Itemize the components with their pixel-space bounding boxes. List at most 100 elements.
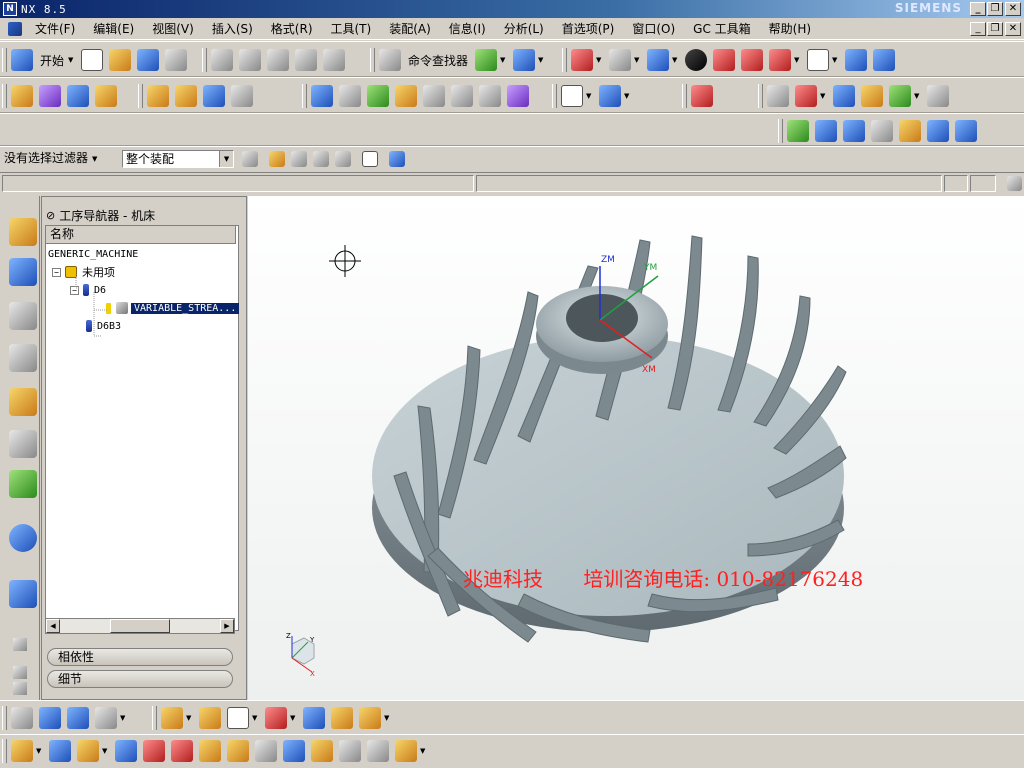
scroll-up-icon[interactable] [13, 638, 27, 651]
step-icon[interactable] [599, 85, 621, 107]
table-icon[interactable] [95, 707, 117, 729]
chevron-down-icon[interactable]: ▼ [672, 56, 680, 64]
copy-icon[interactable] [239, 49, 261, 71]
kinematics-icon[interactable] [889, 85, 911, 107]
doc-minimize-button[interactable]: _ [970, 22, 986, 36]
selection-icon[interactable] [513, 49, 536, 71]
doc-close-button[interactable]: ✕ [1005, 22, 1021, 36]
binoculars-icon[interactable] [379, 49, 401, 71]
revolve-icon[interactable] [67, 707, 89, 729]
impeller-model[interactable]: ZM YM XM Z Y X [248, 196, 1024, 700]
sequence-icon[interactable] [255, 740, 277, 762]
sketch-icon[interactable] [11, 707, 33, 729]
new-parent-icon[interactable] [77, 740, 99, 762]
chevron-down-icon[interactable]: ▼ [914, 92, 922, 100]
reuse-library-icon[interactable] [9, 388, 37, 416]
link-icon[interactable] [199, 707, 221, 729]
delete-icon[interactable] [295, 49, 317, 71]
chevron-down-icon[interactable]: ▼ [92, 155, 100, 163]
fit-view-icon[interactable] [571, 49, 593, 71]
explode-icon[interactable] [227, 740, 249, 762]
restore-button[interactable]: ❐ [987, 2, 1003, 16]
graphics-window[interactable]: ZM YM XM Z Y X 兆迪科技 培训咨询电话: 010-82176248 [248, 196, 1024, 700]
info-icon[interactable] [9, 524, 37, 552]
window-icon[interactable] [927, 120, 949, 142]
ruler-icon[interactable] [927, 85, 949, 107]
chevron-down-icon[interactable]: ▼ [634, 56, 642, 64]
envelope-icon[interactable] [395, 740, 417, 762]
start-button[interactable]: 开始 [40, 52, 64, 69]
point-icon[interactable] [227, 707, 249, 729]
flag-icon[interactable] [899, 120, 921, 142]
report-icon[interactable] [871, 120, 893, 142]
minimize-button[interactable]: _ [970, 2, 986, 16]
move-icon[interactable] [171, 740, 193, 762]
chevron-down-icon[interactable]: ▼ [420, 747, 428, 755]
menu-info[interactable]: 信息(I) [440, 18, 495, 40]
menu-view[interactable]: 视图(V) [143, 18, 203, 40]
orient-icon[interactable] [833, 85, 855, 107]
select-feature-icon[interactable] [313, 150, 330, 167]
hd3d-icon[interactable] [9, 430, 37, 458]
snap-point-icon[interactable] [269, 150, 286, 167]
rectangle-select-icon[interactable] [362, 150, 379, 167]
export-icon[interactable] [955, 120, 977, 142]
refresh-icon[interactable] [475, 49, 498, 71]
chevron-down-icon[interactable]: ▼ [252, 714, 260, 722]
rotate-icon[interactable] [609, 49, 631, 71]
extrude-icon[interactable] [39, 707, 61, 729]
update-icon[interactable] [815, 120, 837, 142]
machine-navigator-icon[interactable] [9, 258, 37, 286]
create-geometry-icon[interactable] [67, 85, 89, 107]
scroll-right-icon[interactable]: ▶ [220, 619, 234, 633]
open-folder-icon[interactable] [109, 49, 132, 71]
block-icon[interactable] [303, 707, 325, 729]
chevron-down-icon[interactable]: ▼ [36, 747, 44, 755]
check-icon[interactable] [787, 120, 809, 142]
chevron-down-icon[interactable]: ▼ [832, 56, 840, 64]
clearance-icon[interactable] [311, 740, 333, 762]
material-icon[interactable] [741, 49, 763, 71]
component-array-icon[interactable] [143, 740, 165, 762]
chevron-down-icon[interactable]: ▼ [290, 714, 298, 722]
new-component-icon[interactable] [49, 740, 71, 762]
geometry-view-icon[interactable] [203, 85, 225, 107]
constraint-navigator-icon[interactable] [9, 344, 37, 372]
add-component-icon[interactable] [11, 740, 33, 762]
section-icon[interactable] [769, 49, 791, 71]
scroll-left-icon[interactable]: ◀ [46, 619, 60, 633]
pin-icon[interactable]: ⊘ [46, 209, 55, 222]
maximize-view-icon[interactable] [1007, 176, 1022, 191]
select-body-icon[interactable] [335, 150, 352, 167]
background-icon[interactable] [685, 49, 707, 71]
document-icon[interactable] [8, 21, 22, 36]
new-file-icon[interactable] [81, 49, 104, 71]
menu-tools[interactable]: 工具(T) [322, 18, 381, 40]
subtract-icon[interactable] [359, 707, 381, 729]
generate-toolpath-icon[interactable] [311, 85, 333, 107]
create-method-icon[interactable] [95, 85, 117, 107]
menu-window[interactable]: 窗口(O) [623, 18, 684, 40]
web-browser-icon[interactable] [9, 580, 37, 608]
menu-file[interactable]: 文件(F) [26, 18, 84, 40]
chevron-down-icon[interactable]: ▼ [120, 714, 128, 722]
weld-icon[interactable] [339, 740, 361, 762]
create-program-icon[interactable] [11, 85, 33, 107]
chevron-down-icon[interactable]: ▼ [586, 92, 594, 100]
menu-format[interactable]: 格式(R) [262, 18, 322, 40]
menu-analysis[interactable]: 分析(L) [495, 18, 553, 40]
undo-icon[interactable] [323, 49, 345, 71]
palette-icon[interactable] [9, 470, 37, 498]
simulate-machine-icon[interactable] [395, 85, 417, 107]
doc-restore-button[interactable]: ❐ [987, 22, 1003, 36]
close-button[interactable]: ✕ [1005, 2, 1021, 16]
filter-settings-icon[interactable] [242, 150, 259, 167]
assembly-constraint-icon[interactable] [873, 49, 895, 71]
frame-icon[interactable] [807, 49, 829, 71]
method-view-icon[interactable] [231, 85, 253, 107]
shaded-cube-icon[interactable] [647, 49, 669, 71]
undo-selection-icon[interactable] [291, 150, 308, 167]
render-icon[interactable] [713, 49, 735, 71]
navigator-tree[interactable]: 名称 GENERIC_MACHINE − 未用项 − D6 VARIABLE_S… [45, 225, 240, 631]
plane-icon[interactable] [265, 707, 287, 729]
